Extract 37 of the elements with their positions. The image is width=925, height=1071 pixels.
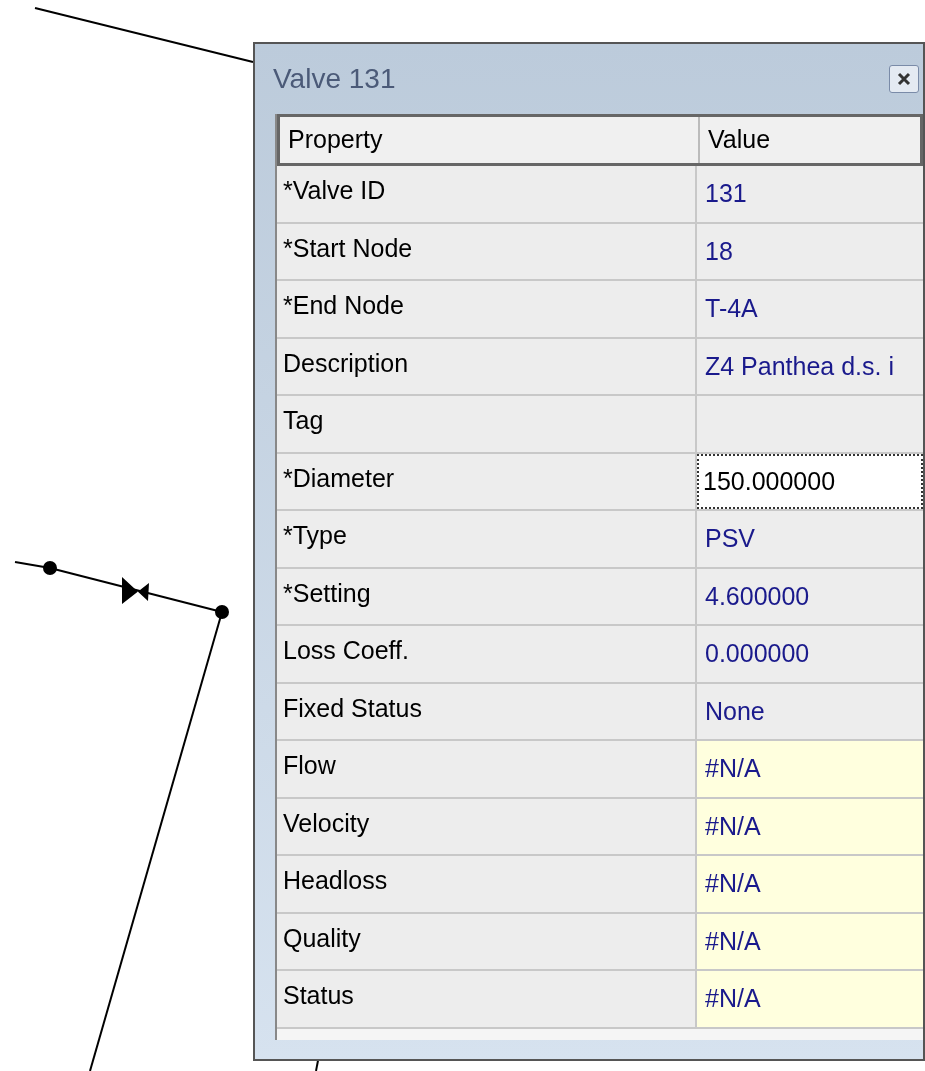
close-icon: [897, 72, 911, 86]
property-cell: Description: [277, 338, 697, 394]
node-dot[interactable]: [43, 561, 57, 575]
value-cell: #N/A: [697, 741, 923, 797]
property-cell: *Start Node: [277, 223, 697, 279]
property-cell: *Setting: [277, 568, 697, 624]
value-cell: #N/A: [697, 856, 923, 912]
property-cell: Status: [277, 971, 697, 1027]
value-cell: #N/A: [697, 798, 923, 854]
value-cell: 0.000000: [697, 626, 923, 682]
property-cell: *End Node: [277, 281, 697, 337]
window-title: Valve 131: [273, 62, 396, 96]
column-header[interactable]: Value: [700, 117, 920, 163]
column-header[interactable]: Property: [280, 117, 700, 163]
property-cell: Tag: [277, 396, 697, 452]
close-button[interactable]: [889, 65, 919, 93]
value-cell: PSV: [697, 511, 923, 567]
property-cell: Fixed Status: [277, 683, 697, 739]
property-cell: *Diameter: [277, 453, 697, 509]
value-cell: T-4A: [697, 281, 923, 337]
property-cell: Loss Coeff.: [277, 626, 697, 682]
valve-icon[interactable]: [122, 577, 149, 604]
property-cell: Quality: [277, 913, 697, 969]
property-cell: Velocity: [277, 798, 697, 854]
value-cell: 131: [697, 166, 923, 222]
value-input[interactable]: 150.000000: [697, 453, 923, 509]
property-cell: *Valve ID: [277, 166, 697, 222]
property-cell: Flow: [277, 741, 697, 797]
property-cell: Headloss: [277, 856, 697, 912]
node-dot[interactable]: [215, 605, 229, 619]
value-cell: #N/A: [697, 913, 923, 969]
value-cell: Z4 Panthea d.s. i: [697, 338, 923, 394]
value-cell: 4.600000: [697, 568, 923, 624]
value-cell: 18: [697, 223, 923, 279]
value-cell: None: [697, 683, 923, 739]
value-cell: #N/A: [697, 971, 923, 1027]
property-cell: *Type: [277, 511, 697, 567]
